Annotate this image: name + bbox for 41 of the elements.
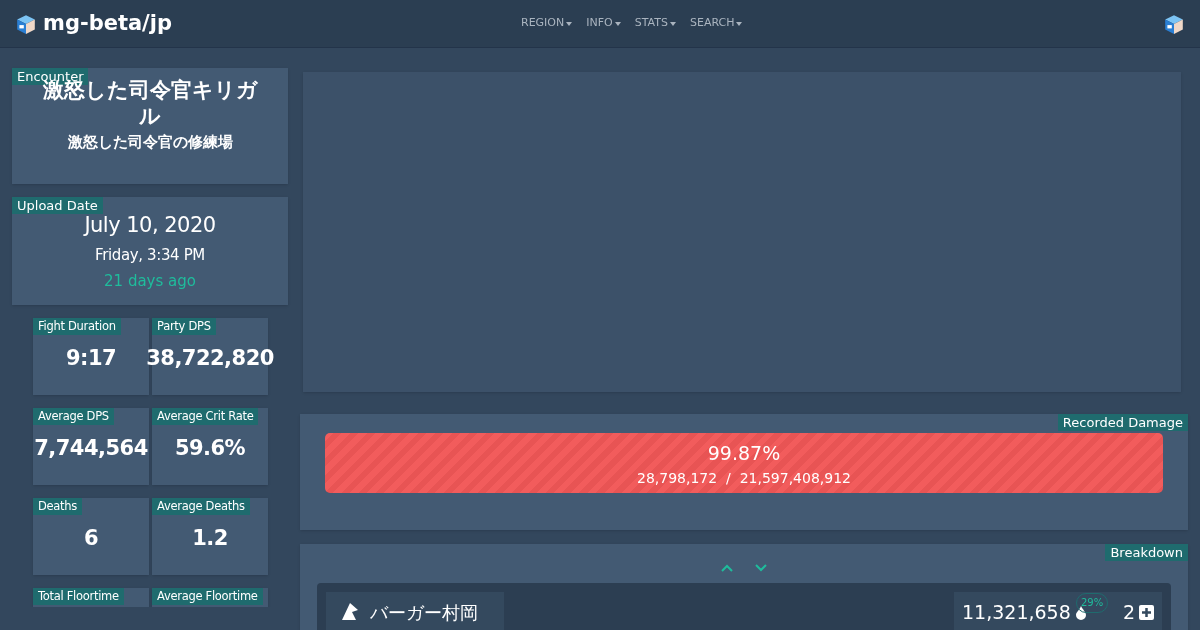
- nav-menu[interactable]: INFO: [586, 15, 621, 32]
- upload-age: 21 days ago: [104, 271, 196, 292]
- section-tag: Average Crit Rate: [152, 408, 259, 425]
- caret-icon: [614, 21, 621, 26]
- section-tag: Average Floortime: [152, 588, 263, 605]
- upload-time: Friday, 3:34 PM: [95, 244, 205, 266]
- chevron-down-icon[interactable]: [754, 563, 768, 573]
- section-tag: Party DPS: [152, 318, 216, 335]
- section-tag: Total Floortime: [33, 588, 124, 605]
- stat-value: 7,744,564: [34, 435, 148, 462]
- damage-percent: 99.87%: [707, 441, 781, 466]
- section-tag: Recorded Damage: [1057, 414, 1188, 431]
- stat-value: 6: [83, 525, 99, 552]
- section-tag: Breakdown: [1105, 544, 1188, 561]
- chevron-up-icon[interactable]: [720, 563, 734, 573]
- nav-menu[interactable]: SEARCH: [689, 15, 743, 32]
- cube-logo-icon: [15, 12, 37, 35]
- plus-square-icon: [1139, 604, 1154, 620]
- section-tag: Fight Duration: [33, 318, 121, 335]
- damage-amounts: 28,798,172 / 21,597,408,912: [637, 468, 851, 488]
- player-deaths: 2: [1122, 599, 1135, 625]
- caret-icon: [669, 21, 676, 26]
- section-tag: Average DPS: [33, 408, 114, 425]
- player-damage: 11,321,658: [962, 599, 1071, 625]
- caret-icon: [566, 21, 573, 26]
- stage-name: 激怒した司令官の修練場: [67, 132, 233, 153]
- stat-value: 38,722,820: [146, 345, 274, 372]
- stat-value: 9:17: [65, 345, 117, 372]
- stat-value: 59.6%: [174, 435, 246, 462]
- stat-value: 1.2: [192, 525, 228, 552]
- brand-link[interactable]: mg-beta/jp: [43, 7, 172, 40]
- caret-icon: [736, 21, 743, 26]
- nav-menu[interactable]: REGION: [521, 15, 573, 32]
- cube-logo-icon: [1163, 12, 1185, 35]
- section-tag: Average Deaths: [152, 498, 250, 515]
- flame-icon: [1074, 604, 1087, 620]
- nav-menu[interactable]: STATS: [634, 15, 676, 32]
- section-tag: Deaths: [33, 498, 83, 515]
- upload-date: July 10, 2020: [84, 212, 216, 239]
- player-name: バーガー村岡: [370, 600, 478, 625]
- section-tag: Upload Date: [12, 197, 103, 214]
